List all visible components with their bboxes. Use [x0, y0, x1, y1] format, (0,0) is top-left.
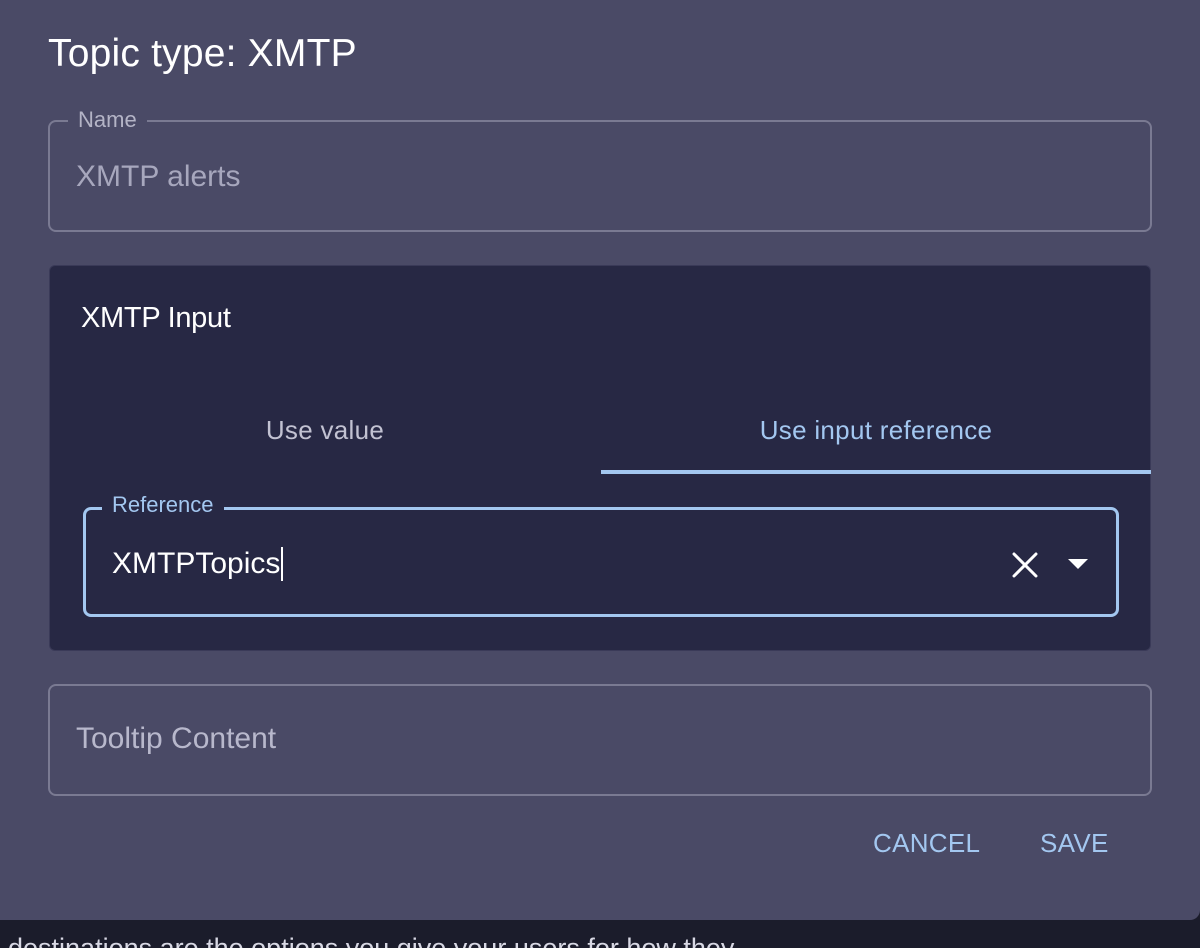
tab-use-value[interactable]: Use value: [50, 386, 600, 474]
reference-field[interactable]: Reference XMTPTopics: [83, 493, 1119, 617]
tab-use-input-reference[interactable]: Use input reference: [601, 386, 1151, 474]
input-mode-tabs: Use value Use input reference: [50, 386, 1151, 474]
reference-input[interactable]: XMTPTopics: [112, 544, 992, 584]
text-caret: [281, 547, 284, 581]
reference-field-label: Reference: [102, 493, 224, 517]
panel-title: XMTP Input: [81, 302, 231, 334]
tab-active-indicator: [601, 470, 1151, 474]
tooltip-content-placeholder[interactable]: Tooltip Content: [76, 722, 276, 756]
name-field-label: Name: [68, 108, 147, 132]
save-button[interactable]: SAVE: [1040, 828, 1109, 868]
clear-icon[interactable]: [1008, 548, 1042, 582]
name-field[interactable]: Name XMTP alerts: [48, 108, 1152, 232]
background-page-text: destinations are the options you give yo…: [8, 933, 735, 948]
name-field-placeholder[interactable]: XMTP alerts: [76, 160, 241, 194]
topic-dialog: Topic type: XMTP Name XMTP alerts XMTP I…: [0, 0, 1200, 920]
cancel-button[interactable]: CANCEL: [873, 828, 980, 868]
tooltip-content-field[interactable]: Tooltip Content: [48, 684, 1152, 796]
reference-input-value: XMTPTopics: [112, 547, 281, 580]
xmtp-input-panel: XMTP Input Use value Use input reference…: [49, 265, 1151, 651]
chevron-down-icon[interactable]: [1066, 556, 1090, 572]
dialog-title: Topic type: XMTP: [48, 32, 357, 75]
